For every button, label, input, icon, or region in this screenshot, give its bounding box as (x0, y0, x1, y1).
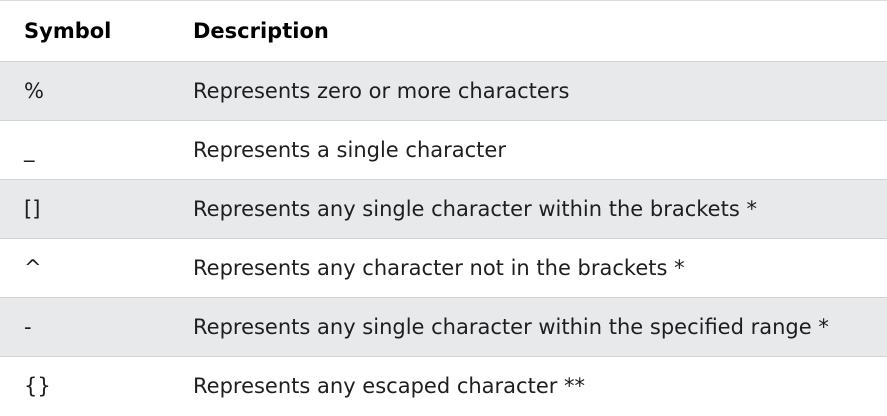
symbol-cell: _ (24, 138, 35, 162)
description-cell: Represents any escaped character ** (193, 374, 586, 399)
description-cell: Represents any character not in the brac… (193, 256, 685, 280)
table-row: - Represents any single character within… (0, 297, 887, 357)
symbol-cell: [] (24, 197, 41, 221)
symbol-column-header: Symbol (24, 19, 112, 43)
table-row: ^ Represents any character not in the br… (0, 238, 887, 298)
table-row: [] Represents any single character withi… (0, 179, 887, 239)
description-cell: Represents any single character within t… (193, 315, 829, 339)
description-column-header: Description (193, 19, 329, 43)
symbol-cell: % (24, 79, 44, 103)
description-cell: Represents a single character (193, 138, 506, 162)
symbol-cell: - (24, 315, 32, 339)
symbol-cell: {} (24, 374, 51, 399)
table-row: % Represents zero or more characters (0, 61, 887, 121)
table-row: _ Represents a single character (0, 120, 887, 180)
table-body: % Represents zero or more characters _ R… (0, 61, 887, 416)
table-header: Symbol Description (0, 0, 887, 62)
wildcard-table: Symbol Description % Represents zero or … (0, 0, 887, 416)
description-cell: Represents zero or more characters (193, 79, 570, 103)
header-row: Symbol Description (0, 0, 887, 62)
symbol-cell: ^ (24, 256, 42, 280)
table-row: {} Represents any escaped character ** (0, 356, 887, 416)
description-cell: Represents any single character within t… (193, 197, 757, 221)
